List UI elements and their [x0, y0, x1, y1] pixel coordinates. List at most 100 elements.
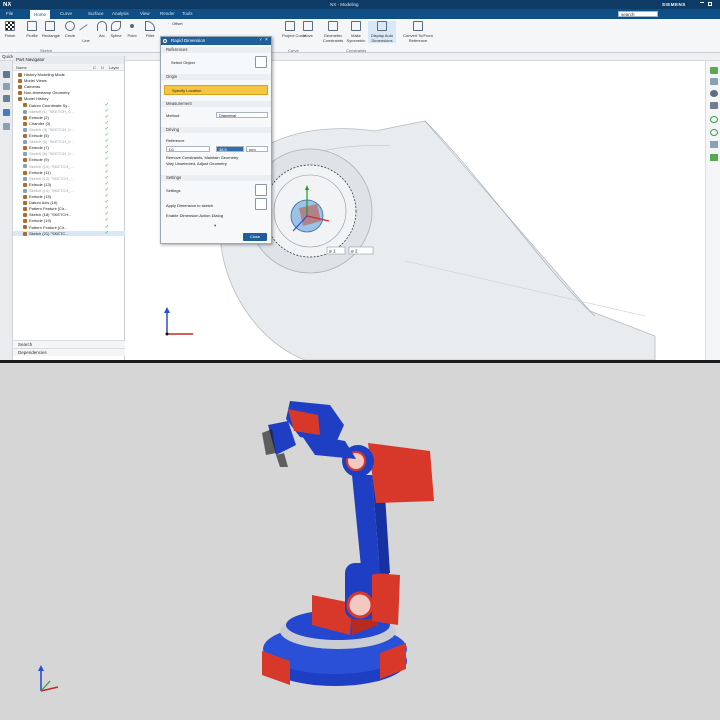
feature-icon [18, 91, 22, 96]
col-layer[interactable]: Layer [109, 64, 119, 71]
part-navigator: Part Navigator Name C U Layer History Mo… [13, 56, 125, 360]
snap-icon[interactable] [710, 67, 718, 74]
orbit-icon[interactable] [710, 116, 718, 123]
select-object-button[interactable] [255, 56, 267, 68]
radio-vary-unselected[interactable]: Vary Unselected, Adjust Geometry [166, 161, 227, 166]
checkered-flag-icon [5, 21, 15, 31]
section-origin[interactable]: Origin [161, 74, 271, 80]
maximize-icon[interactable] [708, 2, 712, 6]
tab-view[interactable]: View [140, 11, 150, 16]
section-driving[interactable]: Driving [161, 127, 271, 133]
col-name[interactable]: Name [16, 64, 27, 71]
dialog-gear-icon[interactable] [163, 39, 167, 43]
window-title: NX - Modeling [330, 2, 359, 7]
make-symmetric-button[interactable]: Make Symmetric [346, 21, 366, 43]
dimension-name-field[interactable]: D1 [166, 146, 210, 152]
move-button[interactable]: Move [300, 21, 316, 38]
shading-icon[interactable] [710, 90, 718, 97]
convert-reference-button[interactable]: Convert To/From Reference [402, 21, 434, 43]
tab-file[interactable]: File [6, 11, 13, 16]
dimension-value-field[interactable]: 38.5 [216, 146, 244, 152]
settings-button[interactable] [255, 184, 267, 196]
feature-icon [23, 121, 27, 126]
navigator-row-label: Cameras [24, 84, 41, 90]
feature-icon [23, 201, 27, 206]
view-orient-icon[interactable] [710, 78, 718, 85]
circle-button[interactable]: Circle [62, 21, 78, 38]
assembly-navigator-icon[interactable] [3, 83, 10, 90]
finish-button[interactable]: Finish [2, 21, 18, 38]
profile-label: Profile [26, 33, 38, 38]
section-measurement[interactable]: Measurement [161, 101, 271, 107]
view-triad-origin [165, 332, 169, 336]
col-c[interactable]: C [93, 64, 96, 71]
fillet-button[interactable]: Fillet [142, 21, 158, 38]
rotate-icon[interactable] [710, 129, 718, 136]
select-object-label[interactable]: Select Object [171, 60, 195, 65]
navigator-row-label: Extrude (13) [29, 181, 52, 187]
roles-icon[interactable] [3, 123, 10, 130]
search-input[interactable]: search [618, 11, 658, 17]
navigator-row[interactable]: Sketch (21) "SKETC... ✓ [13, 230, 125, 237]
radio-remove-constraints[interactable]: Remove Constraints, Maintain Geometry [166, 155, 238, 160]
dimension-name-value: D1 [169, 147, 175, 152]
col-u[interactable]: U [101, 64, 104, 71]
geometric-constraints-button[interactable]: Geometric Constraints [322, 21, 344, 43]
dialog-close-icon[interactable]: × [265, 38, 268, 43]
search-section[interactable]: Search [13, 340, 125, 348]
render-triad-z-arrow-icon [38, 665, 44, 671]
settings-button-2[interactable] [255, 198, 267, 210]
display-icon[interactable] [710, 102, 718, 109]
navigator-row[interactable]: Non-timestamp Geometry [13, 90, 125, 96]
point-button[interactable]: Point [124, 21, 140, 38]
line-button[interactable]: Line [78, 21, 94, 43]
feature-icon [23, 158, 27, 163]
dialog-help-icon[interactable]: ? [259, 38, 262, 43]
profile-button[interactable]: Profile [24, 21, 40, 38]
fillet-label: Fillet [145, 33, 155, 38]
reference-checkbox-label[interactable]: Reference [166, 138, 184, 143]
navigator-row-label: Chamfer (3) [29, 120, 51, 126]
spline-button[interactable]: Spline [108, 21, 124, 38]
fit-icon[interactable] [710, 154, 718, 161]
circle-label: Circle [64, 33, 76, 38]
section-origin-label: Origin [166, 74, 178, 79]
history-icon[interactable] [3, 109, 10, 116]
navigator-row[interactable]: History Modeling Mode [13, 72, 125, 78]
constraint-navigator-icon[interactable] [3, 95, 10, 102]
tab-tools[interactable]: Tools [182, 11, 193, 16]
tab-analysis[interactable]: Analysis [112, 11, 129, 16]
navigator-row-label: Sketch (8) "SKETCH_0... [29, 151, 74, 157]
profile-icon [27, 21, 37, 31]
minimize-icon[interactable] [700, 2, 704, 6]
symmetric-icon [351, 21, 361, 31]
convert-reference-label: Convert To/From Reference [403, 33, 433, 43]
navigator-row[interactable]: Cameras [13, 84, 125, 90]
tab-curve[interactable]: Curve [60, 11, 72, 16]
navigator-row-label: Sketch (14) "SKETCH_... [29, 187, 74, 193]
rectangle-button[interactable]: Rectangle [42, 21, 60, 38]
specify-location-row[interactable]: Specify Location [164, 85, 268, 95]
close-button[interactable]: Close [243, 233, 267, 241]
command-finder[interactable]: Quick [2, 54, 14, 59]
section-references[interactable]: References [161, 47, 271, 53]
part-navigator-icon[interactable] [3, 71, 10, 78]
units-select[interactable]: mm [246, 146, 268, 152]
method-select[interactable]: Diametral [216, 112, 268, 118]
section-settings[interactable]: Settings [161, 175, 271, 181]
dependencies-section[interactable]: Dependencies [13, 348, 125, 356]
display-auto-dimensions-button[interactable]: Display Auto Dimensions [368, 21, 396, 43]
tab-home[interactable]: Home [30, 10, 51, 19]
reference-icon [413, 21, 423, 31]
offset-button[interactable]: Offset [172, 21, 194, 26]
navigator-row[interactable]: Model Views [13, 78, 125, 84]
geometric-constraints-label: Geometric Constraints [322, 33, 344, 43]
tab-surface[interactable]: Surface [88, 11, 104, 16]
apply-dimension-checkbox[interactable]: Apply Dimension to sketch [166, 203, 213, 208]
dialog-collapse-icon[interactable]: ▾ [214, 223, 216, 228]
tab-render[interactable]: Render [160, 11, 175, 16]
enable-dimension-checkbox[interactable]: Enable Dimension Action Dialog [166, 213, 223, 218]
project-curve-button[interactable]: Project Curve [282, 21, 306, 38]
pan-icon[interactable] [710, 141, 718, 148]
constraints-icon [328, 21, 338, 31]
